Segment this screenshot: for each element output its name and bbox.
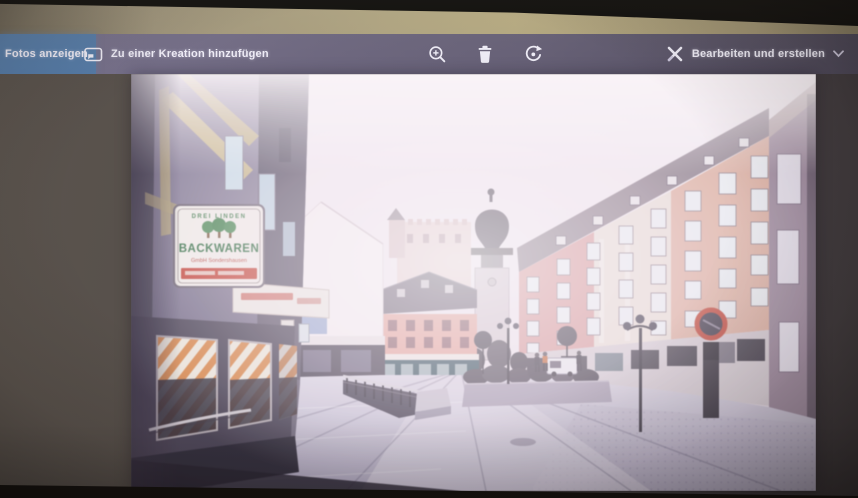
projected-screen-photo: Fotos anzeigen Zu einer Kreation hinzufü…: [0, 0, 858, 498]
photos-app-toolbar: Fotos anzeigen Zu einer Kreation hinzufü…: [0, 34, 858, 74]
view-photos-label: Fotos anzeigen: [5, 48, 88, 60]
photo-canvas-area: DREI LINDEN BACKWAREN GmbH Sondershausen: [0, 74, 858, 498]
chevron-down-icon: [833, 50, 844, 58]
edit-create-icon: [666, 45, 684, 63]
rotate-icon[interactable]: [523, 44, 543, 64]
creation-board-icon: [84, 46, 103, 63]
view-photos-button[interactable]: Fotos anzeigen: [0, 34, 96, 74]
edit-and-create-button[interactable]: Bearbeiten und erstellen: [666, 34, 844, 74]
add-to-creation-label: Zu einer Kreation hinzufügen: [111, 48, 269, 60]
add-to-creation-button[interactable]: Zu einer Kreation hinzufügen: [84, 34, 269, 74]
toolbar-center-icons: [413, 34, 557, 74]
edit-and-create-label: Bearbeiten und erstellen: [692, 48, 825, 60]
street-photo[interactable]: DREI LINDEN BACKWAREN GmbH Sondershausen: [131, 74, 816, 491]
trash-icon[interactable]: [475, 44, 495, 64]
zoom-in-icon[interactable]: [427, 44, 447, 64]
